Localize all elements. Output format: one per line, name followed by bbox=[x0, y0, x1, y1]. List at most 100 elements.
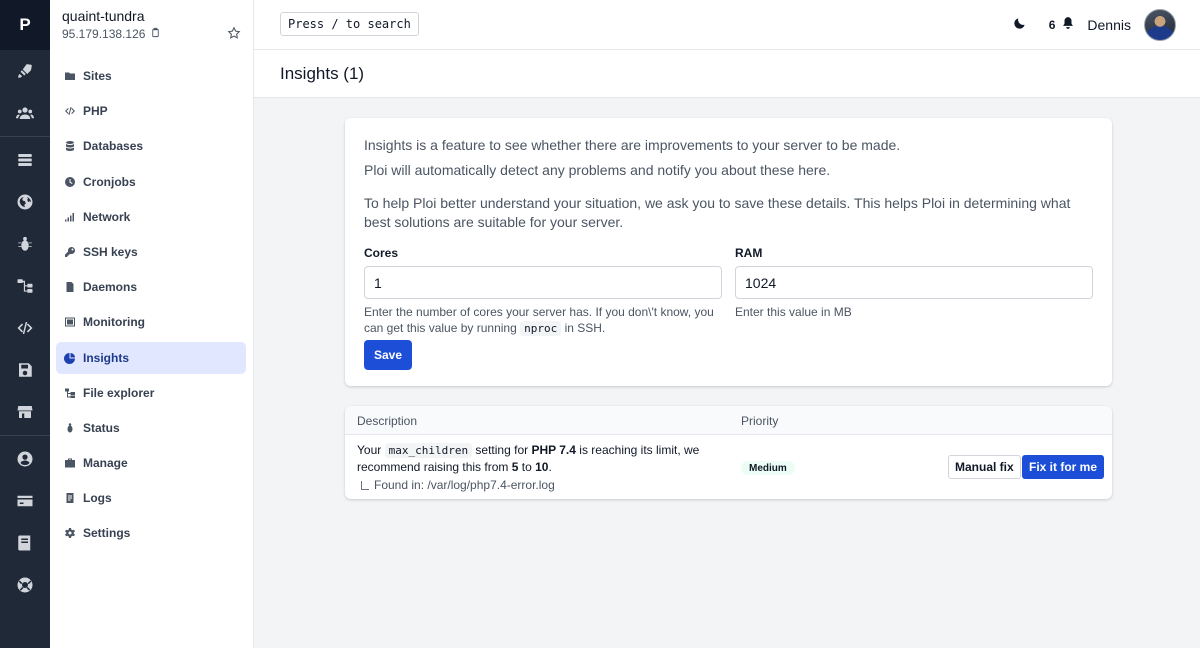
sidebar-item-label: File explorer bbox=[83, 385, 155, 400]
ram-label: RAM bbox=[735, 246, 763, 260]
briefcase-icon bbox=[63, 456, 77, 470]
desc-text: . bbox=[548, 460, 552, 474]
table-row: Your max_children setting for PHP 7.4 is… bbox=[345, 435, 1112, 499]
top-bar-actions: 6 Dennis bbox=[1013, 8, 1176, 42]
ram-field: RAM Enter this value in MB bbox=[735, 246, 1093, 320]
bell-icon[interactable] bbox=[1061, 16, 1075, 35]
server-name[interactable]: quaint-tundra bbox=[62, 8, 241, 24]
monitor-icon bbox=[63, 315, 77, 329]
app-rail: P bbox=[0, 0, 50, 648]
sidebar-item-label: SSH keys bbox=[83, 244, 138, 259]
sidebar-item-cronjobs[interactable]: Cronjobs bbox=[56, 166, 246, 198]
sidebar-item-label: Sites bbox=[83, 69, 112, 83]
database-icon bbox=[63, 139, 77, 153]
insights-table: Description Priority Your max_children s… bbox=[345, 406, 1112, 499]
table-header: Description Priority bbox=[345, 406, 1112, 435]
ram-help: Enter this value in MB bbox=[735, 305, 852, 319]
avatar[interactable] bbox=[1144, 9, 1176, 41]
server-ip-row: 95.179.138.126 bbox=[62, 27, 241, 41]
insight-description: Your max_children setting for PHP 7.4 is… bbox=[357, 442, 717, 475]
sidebar-item-logs[interactable]: Logs bbox=[56, 482, 246, 514]
sidebar-item-label: Network bbox=[83, 209, 131, 224]
sidebar-item-status[interactable]: Status bbox=[56, 412, 246, 444]
key-icon bbox=[63, 245, 77, 259]
folder-icon bbox=[63, 69, 77, 83]
book-icon[interactable] bbox=[0, 522, 50, 564]
cores-field: Cores Enter the number of cores your ser… bbox=[364, 246, 722, 337]
nproc-code: nproc bbox=[520, 321, 562, 336]
sidebar-item-label: Daemons bbox=[83, 280, 138, 295]
sidebar-item-file-explorer[interactable]: File explorer bbox=[56, 377, 246, 409]
desc-text: setting for bbox=[475, 443, 529, 457]
credit-card-icon[interactable] bbox=[0, 480, 50, 522]
star-icon[interactable] bbox=[227, 26, 241, 45]
sidebar-item-daemons[interactable]: Daemons bbox=[56, 271, 246, 303]
page-header: Insights (1) bbox=[254, 50, 1200, 98]
globe-icon[interactable] bbox=[0, 181, 50, 223]
sidebar-item-manage[interactable]: Manage bbox=[56, 447, 246, 479]
user-circle-icon[interactable] bbox=[0, 438, 50, 480]
store-icon[interactable] bbox=[0, 391, 50, 433]
code-icon[interactable] bbox=[0, 307, 50, 349]
intro-text: Insights is a feature to see whether the… bbox=[364, 137, 901, 153]
sidebar-item-monitoring[interactable]: Monitoring bbox=[56, 306, 246, 338]
insights-settings-card: Insights is a feature to see whether the… bbox=[345, 118, 1112, 386]
sidebar-item-label: Databases bbox=[83, 139, 144, 154]
support-icon[interactable] bbox=[0, 564, 50, 606]
save-icon[interactable] bbox=[0, 349, 50, 391]
sidebar-item-label: Status bbox=[83, 420, 120, 435]
rocket-icon[interactable] bbox=[0, 50, 50, 92]
from-value: 5 bbox=[511, 460, 519, 474]
sidebar-item-php[interactable]: PHP bbox=[56, 95, 246, 127]
rail-divider bbox=[0, 136, 50, 137]
manual-fix-button[interactable]: Manual fix bbox=[948, 455, 1021, 479]
php-version: PHP 7.4 bbox=[531, 443, 576, 457]
sidebar-item-label: Insights bbox=[83, 350, 130, 365]
logs-icon bbox=[63, 491, 77, 505]
save-button[interactable]: Save bbox=[364, 340, 413, 370]
server-ip: 95.179.138.126 bbox=[62, 27, 146, 41]
sidebar-item-label: Logs bbox=[83, 491, 112, 506]
sidebar-item-databases[interactable]: Databases bbox=[56, 130, 246, 162]
notification-count[interactable]: 6 bbox=[1049, 18, 1056, 32]
sidebar-item-sites[interactable]: Sites bbox=[56, 60, 246, 92]
desc-text: Your bbox=[357, 443, 382, 457]
sidebar-item-insights[interactable]: Insights bbox=[56, 341, 246, 374]
signal-icon bbox=[63, 210, 77, 224]
flow-icon[interactable] bbox=[0, 265, 50, 307]
cores-help: Enter the number of cores your server ha… bbox=[364, 304, 722, 337]
column-header-description: Description bbox=[357, 414, 418, 428]
intro-text: Ploi will automatically detect any probl… bbox=[364, 162, 831, 178]
search-button[interactable]: Press / to search bbox=[280, 12, 419, 36]
sidebar-item-label: Manage bbox=[83, 456, 128, 471]
priority-badge: Medium bbox=[741, 461, 795, 475]
server-header: quaint-tundra 95.179.138.126 bbox=[50, 0, 253, 50]
bug-icon[interactable] bbox=[0, 223, 50, 265]
status-icon bbox=[63, 421, 77, 435]
column-header-priority: Priority bbox=[741, 414, 779, 428]
copy-icon[interactable] bbox=[150, 27, 161, 41]
ploi-logo[interactable]: P bbox=[0, 0, 50, 50]
server-list-icon[interactable] bbox=[0, 139, 50, 181]
users-icon[interactable] bbox=[0, 92, 50, 134]
cores-help-text-end: in SSH. bbox=[564, 321, 606, 335]
sidebar-item-network[interactable]: Network bbox=[56, 201, 246, 233]
sidebar-item-label: Monitoring bbox=[83, 315, 145, 330]
sidebar-item-label: Settings bbox=[83, 526, 131, 541]
code-icon bbox=[63, 104, 77, 118]
cores-input[interactable] bbox=[364, 266, 722, 299]
intro-text: To help Ploi better understand your situ… bbox=[364, 195, 1071, 230]
server-sidebar: quaint-tundra 95.179.138.126 Sites PHP D… bbox=[50, 0, 254, 648]
folder-tree-icon bbox=[63, 386, 77, 400]
sidebar-nav: Sites PHP Databases Cronjobs Network SSH… bbox=[50, 50, 253, 549]
ram-input[interactable] bbox=[735, 266, 1093, 299]
sidebar-item-ssh-keys[interactable]: SSH keys bbox=[56, 236, 246, 268]
user-name[interactable]: Dennis bbox=[1087, 17, 1131, 33]
moon-icon[interactable] bbox=[1013, 16, 1027, 35]
fix-it-button[interactable]: Fix it for me bbox=[1022, 455, 1105, 479]
found-in-path: Found in: /var/log/php7.4-error.log bbox=[374, 478, 555, 492]
sidebar-item-settings[interactable]: Settings bbox=[56, 517, 246, 549]
document-icon bbox=[63, 280, 77, 294]
corner-arrow-icon bbox=[361, 481, 369, 490]
max-children-code: max_children bbox=[384, 443, 473, 458]
